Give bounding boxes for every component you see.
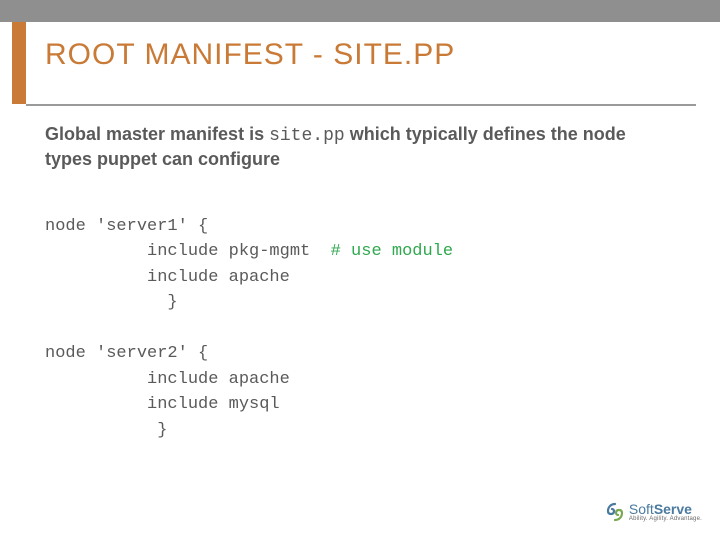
code-line: } — [45, 421, 167, 440]
code-comment: # use module — [331, 242, 453, 261]
code-line: node 'server1' { — [45, 217, 208, 236]
slide-subtitle: Global master manifest is site.pp which … — [45, 123, 645, 170]
logo-tagline: Ability. Agility. Advantage. — [629, 516, 702, 522]
code-block: node 'server1' { include pkg-mgmt # use … — [45, 188, 453, 443]
code-line: include pkg-mgmt — [45, 242, 331, 261]
subtitle-pre: Global master manifest is — [45, 124, 269, 144]
code-line: include apache — [45, 370, 290, 389]
top-bar — [0, 0, 720, 22]
code-line: include mysql — [45, 395, 280, 414]
logo-name-bold: Serve — [654, 501, 692, 517]
logo-name: SoftServe — [629, 502, 702, 516]
logo-text: SoftServe Ability. Agility. Advantage. — [629, 502, 702, 522]
logo: SoftServe Ability. Agility. Advantage. — [605, 502, 702, 522]
code-line: include apache — [45, 268, 290, 287]
accent-stripe — [12, 22, 26, 104]
code-line: node 'server2' { — [45, 344, 208, 363]
logo-name-soft: Soft — [629, 501, 654, 517]
subtitle-code: site.pp — [269, 126, 345, 146]
code-line: } — [45, 293, 178, 312]
slide-title: ROOT MANIFEST - SITE.PP — [45, 38, 455, 72]
logo-icon — [605, 502, 625, 522]
title-divider — [26, 104, 696, 106]
